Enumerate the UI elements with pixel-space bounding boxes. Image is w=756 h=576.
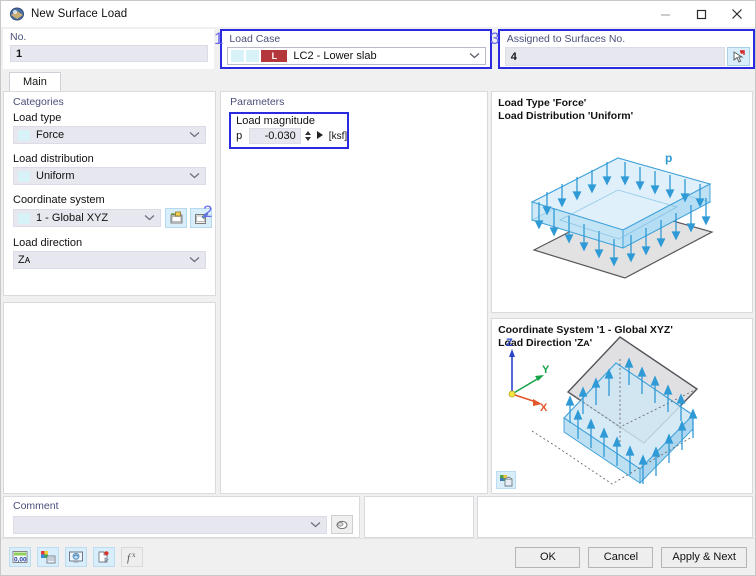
units-icon[interactable]: 0,00 (9, 547, 31, 567)
tab-main[interactable]: Main (9, 72, 61, 91)
load-magnitude-input[interactable]: -0.030 (248, 128, 301, 144)
load-case-swatch-b (246, 50, 260, 62)
load-distribution-label: Load distribution (13, 153, 94, 165)
categories-column: Categories Load type Force Load distribu… (3, 91, 217, 494)
load-direction-za-diagram: Z Y X (506, 336, 699, 485)
colors-icon[interactable] (37, 547, 59, 567)
load-case-group: Load Case L LC2 - Lower slab (220, 29, 492, 69)
top-fields-row: No. 1 Load Case L LC2 - Lower slab Assig… (1, 27, 755, 71)
load-distribution-value: Uniform (36, 170, 75, 182)
number-label: No. (10, 31, 27, 43)
dialog-body: Categories Load type Force Load distribu… (1, 91, 755, 494)
new-surface-load-dialog: New Surface Load No. 1 Load Case L LC2 -… (0, 0, 756, 576)
coordinate-system-label: Coordinate system (13, 194, 105, 206)
load-direction-label: Load direction (13, 237, 83, 249)
axis-z-label: Z (506, 337, 513, 349)
load-distribution-swatch (18, 170, 30, 182)
load-direction-preview: Coordinate System '1 - Global XYZ' Load … (491, 318, 753, 494)
comment-right-panel (477, 496, 753, 538)
load-direction-value: Zᴀ (18, 254, 31, 266)
load-case-value: LC2 - Lower slab (293, 50, 377, 62)
coordinate-system-value: 1 - Global XYZ (36, 212, 109, 224)
load-case-tag: L (261, 50, 288, 62)
comment-input[interactable] (13, 515, 327, 534)
load-type-preview: Load Type 'Force' Load Distribution 'Uni… (491, 91, 753, 313)
assigned-surfaces-group: Assigned to Surfaces No. 4 (497, 29, 755, 69)
footer-action-buttons: OK Cancel Apply & Next (507, 546, 747, 568)
load-case-label: Load Case (229, 33, 281, 45)
formula-icon: f x (121, 547, 143, 567)
load-magnitude-group: Load magnitude p -0.030 [ksf] (229, 112, 350, 149)
comment-row: Comment (1, 494, 755, 538)
comment-panel: Comment (3, 496, 360, 538)
chevron-down-icon (310, 519, 321, 531)
comment-library-icon[interactable] (331, 515, 353, 534)
load-magnitude-annotation: p (665, 151, 672, 165)
title-bar: New Surface Load (1, 1, 755, 27)
parameters-column: Parameters Load magnitude p -0.030 [ksf] (220, 91, 489, 494)
comment-spacer-panel (364, 496, 474, 538)
coordinate-system-combo[interactable]: 1 - Global XYZ (13, 209, 162, 227)
select-surfaces-icon[interactable] (727, 47, 750, 66)
load-magnitude-play-icon[interactable] (316, 130, 324, 143)
comment-input-row (4, 515, 359, 534)
annotation-2: 2 (203, 202, 213, 221)
load-type-value: Force (36, 129, 65, 141)
load-case-swatch-a (231, 50, 245, 62)
chevron-down-icon (189, 129, 200, 141)
categories-empty-panel (3, 302, 217, 494)
axis-y-label: Y (542, 364, 550, 376)
render-settings-icon[interactable] (496, 471, 517, 489)
new-coordinate-system-icon[interactable] (165, 208, 188, 228)
chevron-down-icon (469, 50, 480, 62)
maximize-button[interactable] (683, 1, 719, 27)
apply-next-button[interactable]: Apply & Next (661, 546, 747, 568)
coordinate-system-swatch (18, 212, 30, 224)
preview-column: Load Type 'Force' Load Distribution 'Uni… (491, 91, 753, 494)
assigned-surfaces-label: Assigned to Surfaces No. (506, 33, 626, 45)
chevron-down-icon (144, 212, 155, 224)
load-type-label: Load type (13, 112, 62, 124)
comment-label: Comment (13, 500, 59, 512)
load-magnitude-row: p -0.030 [ksf] (231, 128, 347, 144)
categories-title: Categories (13, 96, 64, 108)
categories-panel: Categories Load type Force Load distribu… (3, 91, 217, 296)
display-icon[interactable] (65, 547, 87, 567)
window-title: New Surface Load (31, 8, 128, 20)
parameters-panel: Parameters Load magnitude p -0.030 [ksf] (220, 91, 489, 494)
ok-button[interactable]: OK (515, 546, 581, 568)
window-controls (647, 1, 755, 27)
surface-load-icon (9, 6, 25, 22)
load-magnitude-symbol: p (236, 130, 243, 142)
svg-text:0,00: 0,00 (14, 557, 27, 564)
number-field[interactable]: 1 (10, 45, 209, 62)
assigned-surfaces-row: 4 (504, 47, 750, 66)
load-direction-combo[interactable]: Zᴀ (13, 251, 207, 269)
axis-x-label: X (540, 402, 548, 414)
tab-bar: Main (1, 71, 755, 91)
load-type-swatch (18, 129, 30, 141)
load-magnitude-label: Load magnitude (236, 115, 316, 127)
annotation-3: 3 (490, 29, 500, 48)
load-type-combo[interactable]: Force (13, 126, 207, 144)
minimize-button[interactable] (647, 1, 683, 27)
dialog-footer: 0,00 f x OK Cancel Apply & Next (1, 538, 755, 575)
svg-text:x: x (132, 551, 136, 559)
close-button[interactable] (719, 1, 755, 27)
chevron-down-icon (189, 254, 200, 266)
info-icon[interactable] (93, 547, 115, 567)
coordinate-system-row: 1 - Global XYZ (4, 208, 215, 228)
surface-load-uniform-diagram: p (530, 151, 714, 279)
assigned-surfaces-field[interactable]: 4 (504, 47, 725, 66)
load-case-combo[interactable]: L LC2 - Lower slab (227, 47, 486, 65)
footer-tools: 0,00 f x (1, 547, 149, 567)
chevron-down-icon (189, 170, 200, 182)
load-magnitude-stepper[interactable] (304, 130, 312, 142)
annotation-1: 1 (214, 29, 224, 48)
cancel-button[interactable]: Cancel (588, 546, 654, 568)
parameters-title: Parameters (230, 96, 285, 108)
load-distribution-combo[interactable]: Uniform (13, 167, 207, 185)
number-group: No. 1 (3, 29, 215, 69)
load-magnitude-unit: [ksf] (328, 130, 348, 142)
